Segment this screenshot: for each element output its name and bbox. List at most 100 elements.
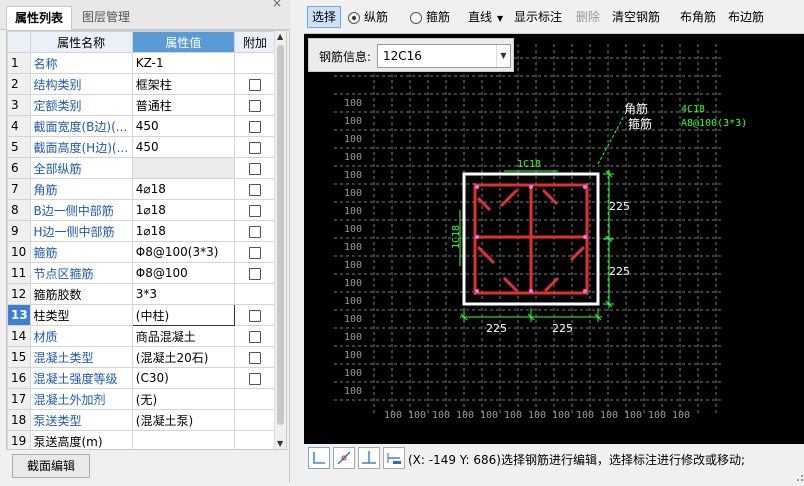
line-dropdown[interactable]: 直线 ▼ [468,8,503,28]
property-row[interactable]: 13 柱类型 (中柱) [7,304,276,326]
ortho-mode-icon[interactable] [308,447,330,469]
property-value[interactable]: 1⌀18 [131,199,236,221]
property-value[interactable]: 450 [131,136,236,158]
checkbox[interactable] [249,183,262,196]
checkbox[interactable] [249,162,262,175]
property-row[interactable]: 19 泵送高度(m) [7,430,276,449]
property-row[interactable]: 3 定额类别 普通柱 [7,94,276,116]
tab-property-list[interactable]: 属性列表 [6,6,73,30]
property-value[interactable]: (无) [131,388,236,410]
extra-checkbox-cell[interactable] [234,220,276,242]
extra-checkbox-cell[interactable] [234,325,276,347]
extra-checkbox-cell[interactable] [234,346,276,368]
extra-checkbox-cell[interactable] [234,304,276,326]
checkbox[interactable] [249,267,262,280]
label-corner-spec[interactable]: 4C18 [681,104,705,115]
checkbox[interactable] [249,372,262,385]
property-row[interactable]: 7 角筋 4⌀18 [7,178,276,200]
property-row[interactable]: 12 箍筋胶数 3*3 [7,283,276,305]
property-row[interactable]: 18 泵送类型 (混凝土泵) [7,409,276,431]
checkbox[interactable] [249,99,262,112]
property-row[interactable]: 14 材质 商品混凝土 [7,325,276,347]
property-row[interactable]: 11 节点区箍筋 Φ8@100 [7,262,276,284]
snap-perpendicular-icon[interactable] [358,447,380,469]
rebar-info-select[interactable]: 12C16 ▼ [377,44,511,68]
checkbox[interactable] [249,246,262,259]
close-icon[interactable]: × [272,0,282,10]
property-value[interactable]: Φ8@100(3*3) [131,241,236,263]
property-value[interactable]: Φ8@100 [131,262,236,284]
extra-checkbox-cell[interactable] [234,115,276,137]
property-row[interactable]: 15 混凝土类型 (混凝土20石) [7,346,276,368]
property-value[interactable]: (混凝土20石) [131,346,236,368]
dim-bottom-right[interactable]: 225 [552,322,573,335]
checkbox[interactable] [249,351,262,364]
property-value[interactable]: (混凝土泵) [131,409,236,431]
checkbox[interactable] [249,225,262,238]
property-row[interactable]: 2 结构类别 框架柱 [7,73,276,95]
extra-checkbox-cell[interactable] [234,409,276,431]
snap-offset-icon[interactable] [383,447,405,469]
label-left-middle-rebar[interactable]: 1C18 [451,225,462,249]
property-row[interactable]: 1 名称 KZ-1 [7,52,276,74]
select-button[interactable]: 选择 [307,6,342,28]
property-value[interactable]: 4⌀18 [131,178,236,200]
property-value[interactable] [131,430,236,449]
dim-right-top[interactable]: 225 [609,200,630,213]
edge-rebar-button[interactable]: 布边筋 [728,8,764,28]
property-value[interactable]: 450 [131,115,236,137]
extra-checkbox-cell[interactable] [234,157,276,179]
chevron-down-icon[interactable]: ▼ [496,45,510,67]
property-value[interactable]: 1⌀18 [131,220,236,242]
extra-checkbox-cell[interactable] [234,94,276,116]
property-row[interactable]: 16 混凝土强度等级 (C30) [7,367,276,389]
show-label-button[interactable]: 显示标注 [514,8,562,28]
property-row[interactable]: 10 箍筋 Φ8@100(3*3) [7,241,276,263]
checkbox[interactable] [249,141,262,154]
checkbox[interactable] [249,78,262,91]
resize-grip-icon[interactable] [793,472,804,482]
tab-layer-manage[interactable]: 图层管理 [74,6,138,30]
property-value[interactable]: 框架柱 [131,73,236,95]
extra-checkbox-cell[interactable] [234,136,276,158]
extra-checkbox-cell[interactable] [234,430,276,449]
property-value[interactable]: KZ-1 [131,52,236,74]
extra-checkbox-cell[interactable] [234,388,276,410]
checkbox[interactable] [249,120,262,133]
property-row[interactable]: 17 混凝土外加剂 (无) [7,388,276,410]
property-row[interactable]: 4 截面宽度(B边)(... 450 [7,115,276,137]
dim-right-bottom[interactable]: 225 [609,265,630,278]
property-row[interactable]: 5 截面高度(H边)(... 450 [7,136,276,158]
dim-bottom-left[interactable]: 225 [486,322,507,335]
extra-checkbox-cell[interactable] [234,283,276,305]
stirrup-set[interactable] [473,183,589,295]
property-value[interactable]: (中柱) [131,304,236,326]
label-top-middle-rebar[interactable]: 1C18 [517,159,541,170]
property-value[interactable] [131,157,236,179]
clear-rebar-button[interactable]: 清空钢筋 [612,8,660,28]
property-value[interactable]: 3*3 [131,283,236,305]
extra-checkbox-cell[interactable] [234,178,276,200]
property-value[interactable]: 普通柱 [131,94,236,116]
property-row[interactable]: 9 H边一侧中部筋 1⌀18 [7,220,276,242]
property-row[interactable]: 6 全部纵筋 [7,157,276,179]
extra-checkbox-cell[interactable] [234,73,276,95]
extra-checkbox-cell[interactable] [234,367,276,389]
scroll-down-icon[interactable]: ▼ [277,439,283,448]
extra-checkbox-cell[interactable] [234,241,276,263]
section-edit-button[interactable]: 截面编辑 [12,454,90,478]
dimension-lines[interactable] [459,170,614,322]
extra-checkbox-cell[interactable] [234,52,276,74]
checkbox[interactable] [249,330,262,343]
property-row[interactable]: 8 B边一侧中部筋 1⌀18 [7,199,276,221]
extra-checkbox-cell[interactable] [234,262,276,284]
checkbox[interactable] [249,204,262,217]
longitudinal-radio[interactable]: 纵筋 [348,8,388,28]
snap-line-icon[interactable] [333,447,355,469]
delete-button[interactable]: 删除 [576,8,600,28]
corner-rebar-button[interactable]: 布角筋 [680,8,716,28]
stirrup-radio[interactable]: 箍筋 [410,8,450,28]
drawing-canvas[interactable]: 100 100 100 100 100 100 100 100 100 100 100 100 100 1… [304,34,804,444]
label-stirrup-spec[interactable]: A8@100(3*3) [681,118,747,129]
label-stirrup[interactable]: 箍筋 [628,116,652,131]
